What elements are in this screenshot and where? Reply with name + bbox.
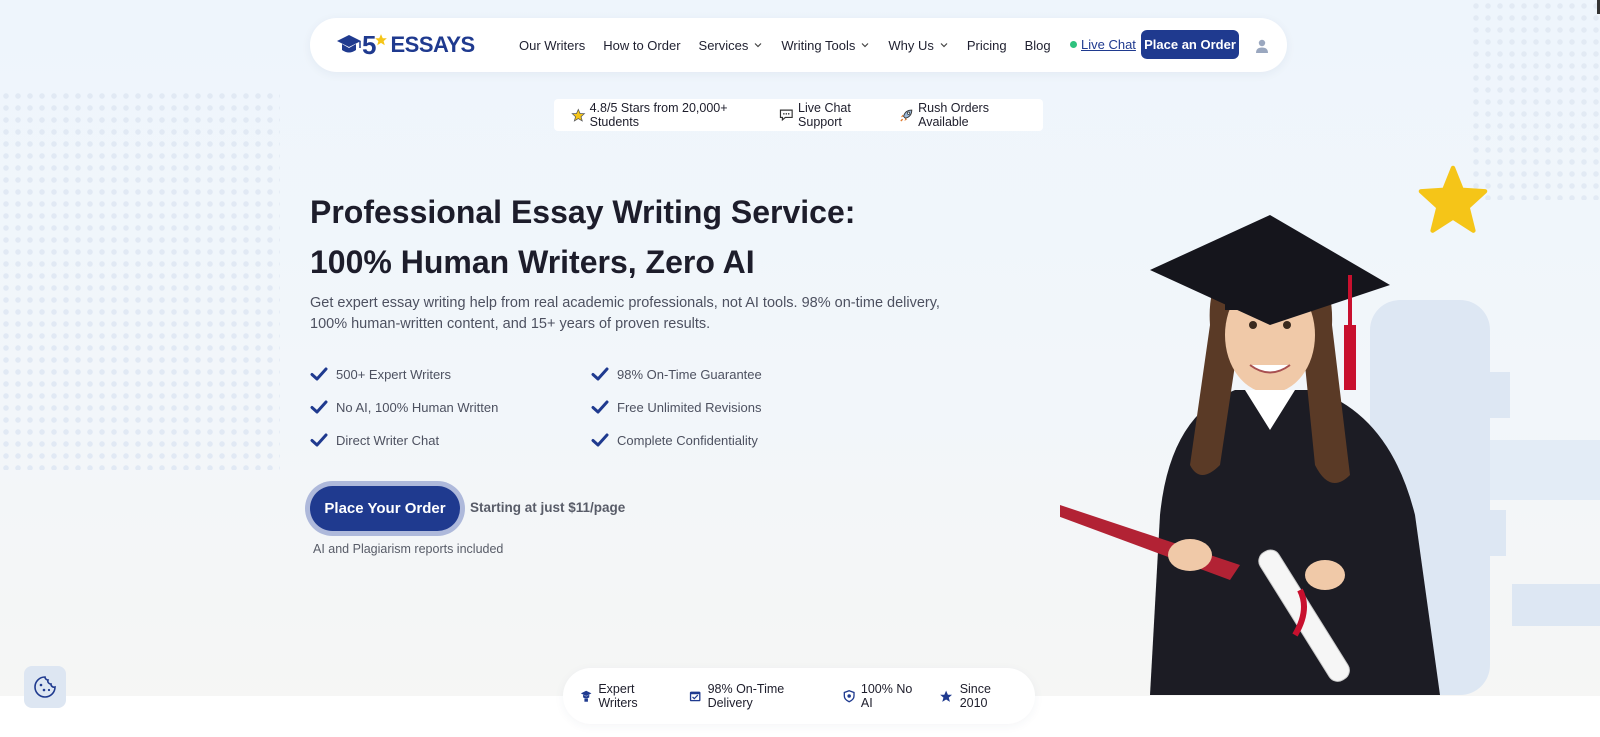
trust-item-rating: 4.8/5 Stars from 20,000+ Students [571,101,775,129]
feature-item: No AI, 100% Human Written [310,399,498,415]
highlight-text: 100% No AI [860,682,913,710]
nav-label: Why Us [888,37,934,53]
place-your-order-button[interactable]: Place Your Order [310,486,460,531]
highlight-item: 98% On-Time Delivery [689,682,826,710]
nav-writing-tools[interactable]: Writing Tools [781,38,870,53]
feature-text: Free Unlimited Revisions [617,399,762,415]
nav-label: Writing Tools [781,37,856,53]
trust-item-support: Live Chat Support [779,101,895,129]
feature-item: 500+ Expert Writers [310,366,451,382]
feature-item: Direct Writer Chat [310,432,439,448]
check-icon [310,367,328,381]
starting-price: Starting at just $11/page [470,500,626,515]
background-shape [1480,440,1600,500]
cookie-settings-button[interactable] [24,666,66,708]
star-icon [940,690,953,702]
trust-bar: 4.8/5 Stars from 20,000+ Students Live C… [554,99,1043,131]
feature-text: 500+ Expert Writers [336,366,452,382]
nav-blog[interactable]: Blog [1025,38,1051,53]
highlight-text: 98% On-Time Delivery [707,682,785,710]
chat-bubble-icon [780,109,794,122]
nav-label: Our Writers [519,37,586,53]
highlight-item: Expert Writers [580,682,673,710]
highlight-item: Since 2010 [939,682,1019,710]
trust-text: Live Chat Support [798,101,851,129]
hero-title: Professional Essay Writing Service: 100%… [310,187,1010,287]
calendar-check-icon [690,691,701,702]
logo-star-icon [375,34,388,46]
hero-title-line1: Professional Essay Writing Service: [310,194,856,230]
check-icon [591,400,609,414]
feature-text: 98% On-Time Guarantee [617,366,762,382]
graduate-student-image [1060,215,1440,695]
check-icon [591,433,609,447]
logo[interactable]: 5 ESSAYS [336,30,475,60]
nav-pricing[interactable]: Pricing [967,38,1007,53]
feature-text: Direct Writer Chat [336,432,440,448]
background-dot-pattern-right [1470,0,1600,200]
feature-item: 98% On-Time Guarantee [591,366,762,382]
nav-our-writers[interactable]: Our Writers [519,38,585,53]
place-an-order-button[interactable]: Place an Order [1141,30,1239,59]
star-icon [571,107,586,122]
feature-text: Complete Confidentiality [617,432,758,448]
feature-item: Complete Confidentiality [591,432,758,448]
live-chat-link[interactable]: Live Chat [1081,37,1136,52]
chevron-down-icon [754,43,762,48]
nav-how-to-order[interactable]: How to Order [603,38,680,53]
site-header: 5 ESSAYS Our Writers How to Order Servic… [310,18,1287,72]
feature-text: No AI, 100% Human Written [336,399,499,415]
rocket-icon [900,109,913,121]
shield-icon [843,690,855,703]
check-icon [310,433,328,447]
chevron-down-icon [861,43,869,48]
highlight-text: Since 2010 [959,682,991,710]
highlights-bar: Expert Writers 98% On-Time Delivery 100%… [563,668,1035,724]
nav-label: How to Order [603,37,681,53]
check-icon [591,367,609,381]
user-account-icon[interactable] [1254,38,1270,54]
chevron-down-icon [940,43,948,48]
hero-title-line2: 100% Human Writers, Zero AI [310,244,755,280]
trust-text: 4.8/5 Stars from 20,000+ Students [589,101,728,129]
nav-label: Pricing [966,37,1007,53]
reports-note: AI and Plagiarism reports included [313,542,504,556]
cta-button-halo: Place Your Order [305,481,465,536]
nav-label: Services [698,37,749,53]
highlight-item: 100% No AI [843,682,924,710]
trust-item-rush: Rush Orders Available [899,101,1039,129]
highlight-text: Expert Writers [598,682,638,710]
nav-why-us[interactable]: Why Us [888,38,949,53]
main-navigation: Our Writers How to Order Services Writin… [519,18,1069,72]
live-chat: Live Chat [1070,37,1136,52]
hero-subtitle: Get expert essay writing help from real … [310,295,940,332]
online-status-dot [1070,41,1077,48]
logo-text: ESSAYS [390,32,475,57]
graduation-cap-logo-icon [337,35,361,53]
graduate-icon [580,690,592,702]
trust-text: Rush Orders Available [918,101,989,129]
background-dot-pattern [0,90,280,470]
cookie-icon [34,676,56,698]
nav-services[interactable]: Services [699,38,764,53]
nav-label: Blog [1024,37,1051,53]
feature-item: Free Unlimited Revisions [591,399,762,415]
check-icon [310,400,328,414]
background-shape [1512,584,1600,626]
